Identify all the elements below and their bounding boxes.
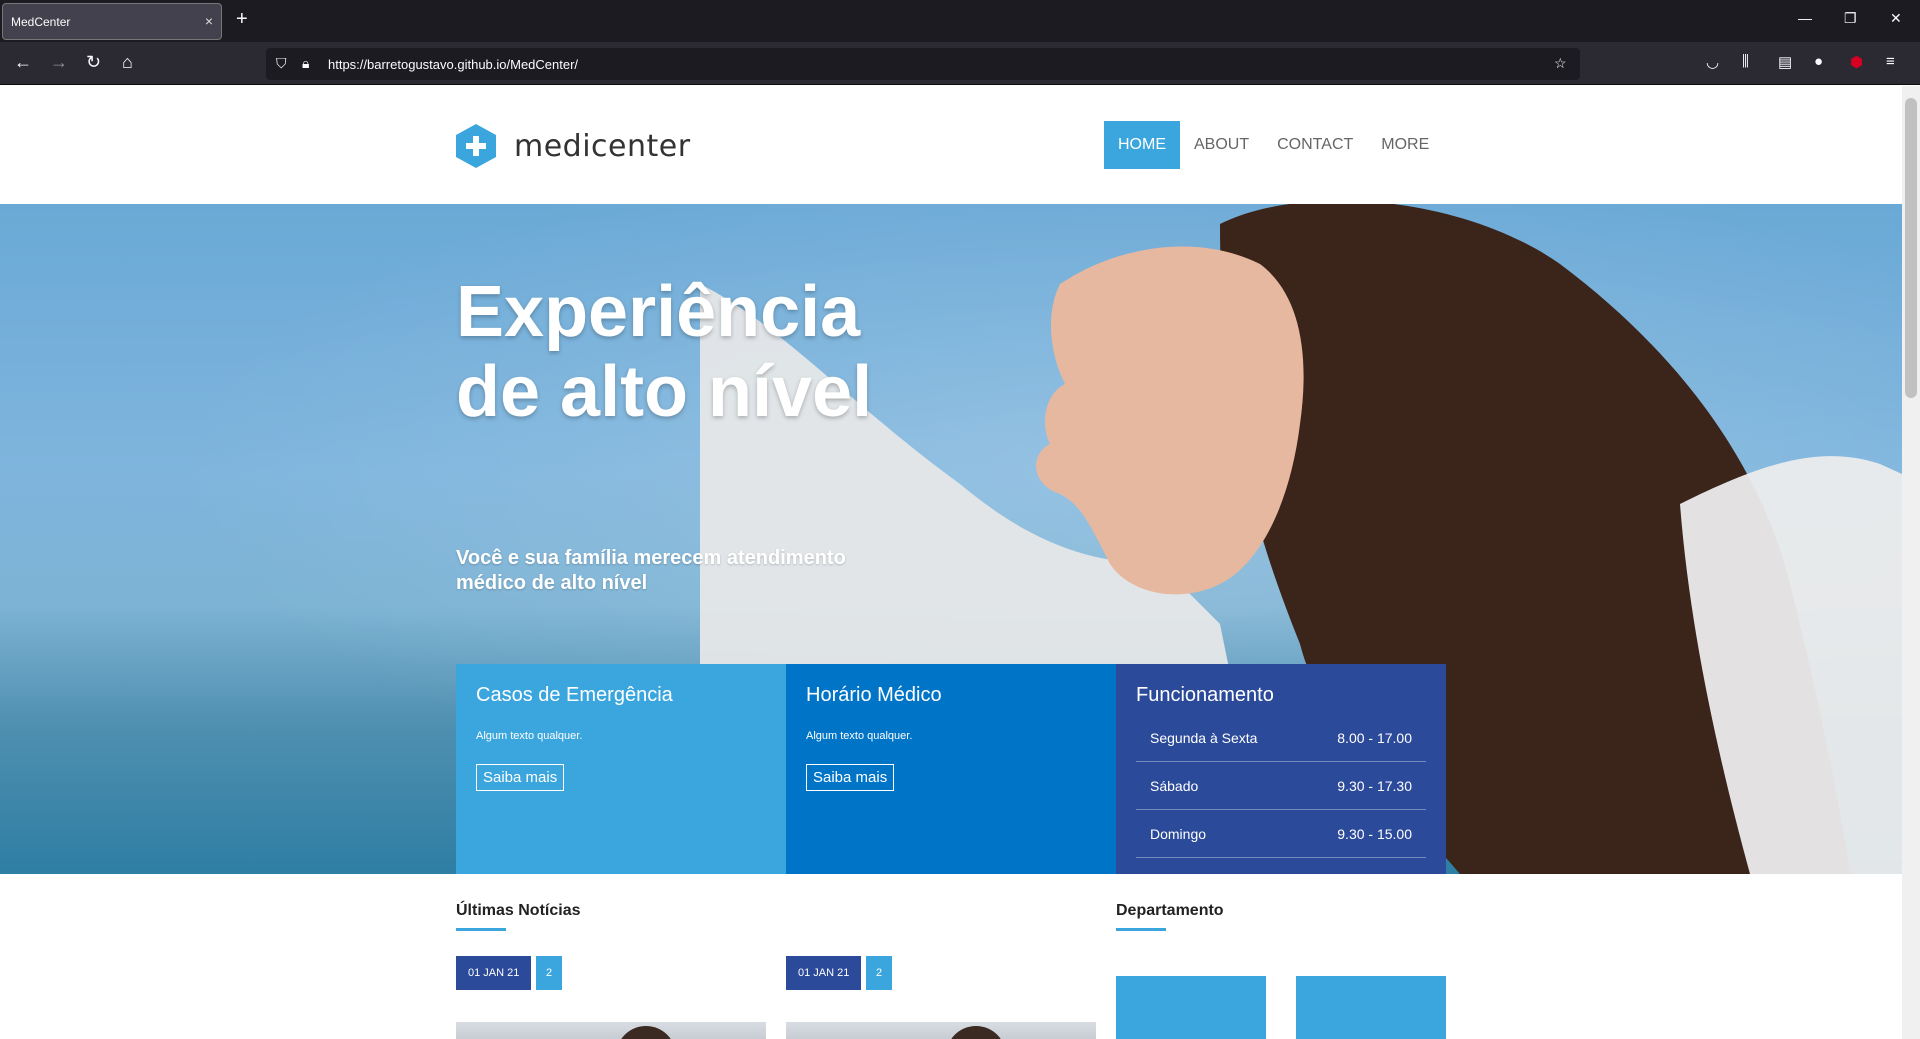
hours-day: Domingo [1150, 825, 1207, 842]
opening-hours-title: Funcionamento [1136, 684, 1274, 706]
back-icon[interactable]: ← [14, 52, 32, 73]
news-image[interactable] [786, 1022, 1096, 1039]
hours-time: 9.30 - 15.00 [1337, 825, 1412, 842]
account-icon[interactable]: ● [1814, 53, 1823, 70]
restore-icon[interactable]: ❐ [1844, 10, 1857, 27]
schedule-box: Horário Médico Algum texto qualquer. Sai… [786, 664, 1116, 874]
department-tile[interactable] [1296, 976, 1446, 1039]
news-comment-count[interactable]: 2 [866, 956, 892, 990]
bookmark-star-icon[interactable]: ☆ [1554, 55, 1567, 72]
logo-text: medicenter [514, 128, 691, 164]
forward-icon[interactable]: → [50, 52, 68, 73]
tab-bar: MedCenter × + — ❐ ✕ [0, 0, 1920, 42]
emergency-title: Casos de Emergência [476, 684, 673, 706]
library-icon[interactable]: ⫼ [1742, 53, 1749, 70]
department-underline [1116, 928, 1166, 931]
news-comment-count[interactable]: 2 [536, 956, 562, 990]
department-tile[interactable] [1116, 976, 1266, 1039]
minimize-icon[interactable]: — [1798, 10, 1812, 26]
schedule-more-button[interactable]: Saiba mais [806, 764, 895, 791]
shield-icon[interactable]: ⛉ [276, 55, 287, 72]
scrollbar-thumb[interactable] [1905, 98, 1917, 398]
close-tab-icon[interactable]: × [205, 13, 213, 29]
ublock-icon[interactable]: ⬢ [1850, 53, 1863, 71]
hero-subtitle: Você e sua família merecem atendimento m… [456, 547, 846, 594]
hours-time: 8.00 - 17.00 [1337, 729, 1412, 746]
hours-day: Sábado [1150, 777, 1199, 794]
hero-title: Experiência de alto nível [456, 272, 873, 432]
hours-row: Sábado 9.30 - 17.30 [1136, 762, 1426, 810]
latest-news-underline [456, 928, 506, 931]
main-menu: HOME ABOUT CONTACT MORE [1104, 121, 1443, 169]
home-icon[interactable]: ⌂ [122, 52, 133, 73]
page-scrollbar[interactable] [1902, 86, 1920, 1039]
menu-item-more[interactable]: MORE [1367, 121, 1443, 169]
hours-day: Segunda à Sexta [1150, 729, 1258, 746]
new-tab-button[interactable]: + [236, 8, 248, 31]
emergency-box: Casos de Emergência Algum texto qualquer… [456, 664, 786, 874]
opening-hours-box: Funcionamento Segunda à Sexta 8.00 - 17.… [1116, 664, 1446, 874]
close-window-icon[interactable]: ✕ [1890, 10, 1902, 27]
hours-row: Segunda à Sexta 8.00 - 17.00 [1136, 714, 1426, 762]
hours-time: 9.30 - 17.30 [1337, 777, 1412, 794]
tab-title: MedCenter [11, 14, 71, 29]
browser-tab[interactable]: MedCenter × [2, 3, 222, 40]
news-date-badge: 01 JAN 21 [786, 956, 862, 990]
schedule-text: Algum texto qualquer. [806, 730, 913, 742]
page-viewport: medicenter HOME ABOUT CONTACT MORE Exper… [0, 86, 1902, 1039]
menu-icon[interactable]: ≡ [1886, 53, 1895, 70]
medical-cross-logo-icon [456, 124, 496, 168]
hours-row: Domingo 9.30 - 15.00 [1136, 810, 1426, 858]
lock-icon[interactable]: 🔒︎ [302, 55, 309, 72]
news-date-badge: 01 JAN 21 [456, 956, 532, 990]
schedule-title: Horário Médico [806, 684, 942, 706]
latest-news-title: Últimas Notícias [456, 902, 581, 919]
address-bar[interactable]: ⛉ 🔒︎ https://barretogustavo.github.io/Me… [266, 48, 1580, 80]
menu-item-contact[interactable]: CONTACT [1263, 121, 1367, 169]
department-title: Departamento [1116, 902, 1224, 919]
emergency-text: Algum texto qualquer. [476, 730, 583, 742]
menu-item-about[interactable]: ABOUT [1180, 121, 1263, 169]
url-text[interactable]: https://barretogustavo.github.io/MedCent… [328, 57, 578, 72]
opening-hours-list: Segunda à Sexta 8.00 - 17.00 Sábado 9.30… [1136, 714, 1426, 858]
reload-icon[interactable]: ↻ [86, 52, 101, 73]
site-header: medicenter HOME ABOUT CONTACT MORE [0, 86, 1902, 204]
hero-banner: Experiência de alto nível Você e sua fam… [0, 204, 1902, 874]
emergency-more-button[interactable]: Saiba mais [476, 764, 565, 791]
site-logo[interactable]: medicenter [456, 124, 691, 168]
sidebar-icon[interactable]: ▤ [1778, 53, 1792, 71]
pocket-icon[interactable]: ◡ [1706, 53, 1719, 71]
navigation-toolbar: ← → ↻ ⌂ ⛉ 🔒︎ https://barretogustavo.gith… [0, 42, 1920, 85]
news-image[interactable] [456, 1022, 766, 1039]
menu-item-home[interactable]: HOME [1104, 121, 1180, 169]
